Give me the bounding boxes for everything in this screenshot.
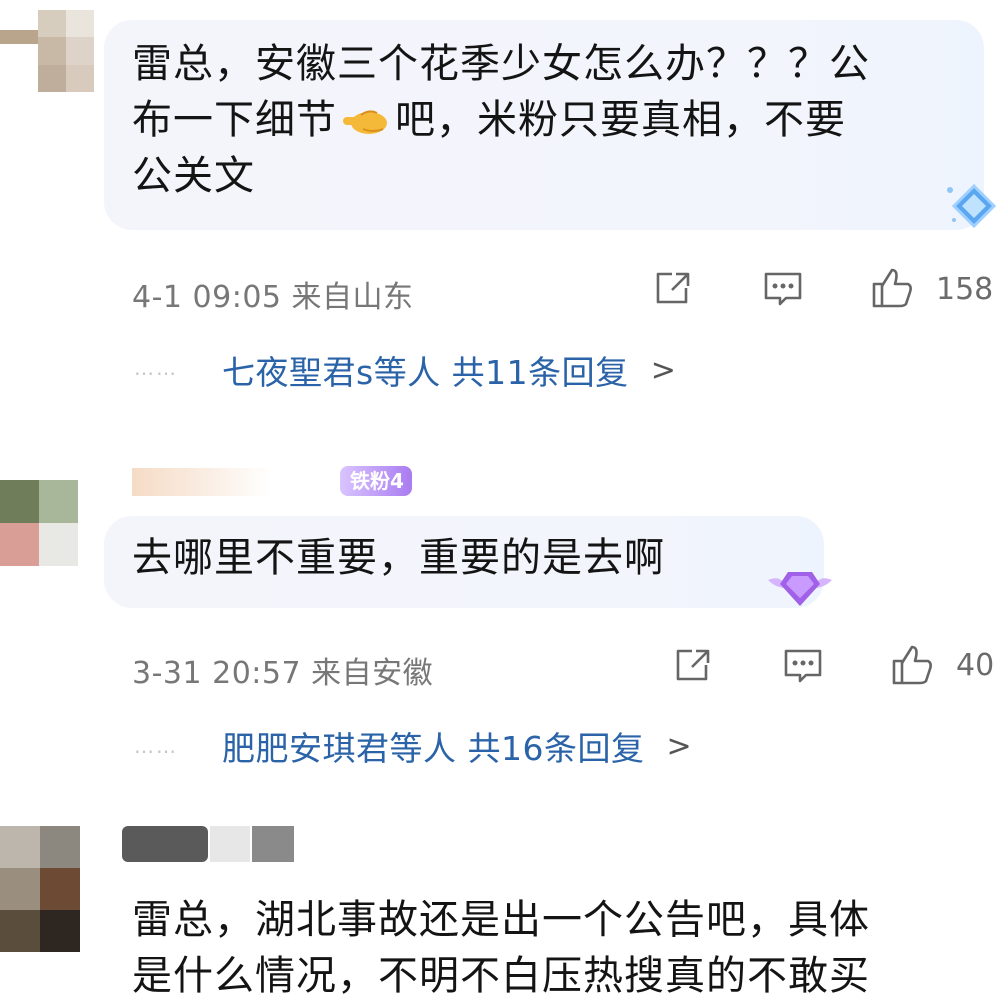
comment-text-line: 布一下细节 吧，米粉只要真相，不要 [132,97,846,143]
like-count: 158 [936,272,994,307]
comment-text-line: 公关文 [132,153,255,199]
avatar[interactable] [0,826,80,952]
view-replies-link[interactable]: 七夜聖君s等人 共11条回复 > [222,346,676,394]
reply-dots: …… [134,734,178,758]
thumbs-up-icon[interactable] [870,266,916,314]
share-icon[interactable] [672,645,714,689]
comment-text-line: 是什么情况，不明不白压热搜真的不敢买 [132,953,870,999]
comment-text: 雷总，湖北事故还是出一个公告吧，具体 是什么情况，不明不白压热搜真的不敢买 [132,892,870,1004]
replies-text: 七夜聖君s等人 共11条回复 [222,353,629,392]
comment-meta: 3-31 20:57 来自安徽 [132,656,434,691]
fan-badge: 铁粉4 [340,466,412,496]
avatar[interactable] [0,480,78,566]
username-blurred [210,826,250,862]
purple-gem-badge-icon [764,558,836,616]
comment-text-line: 雷总，安徽三个花季少女怎么办？？？公 [132,41,870,87]
avatar-fragment [0,30,38,44]
thumbs-up-icon[interactable] [890,643,936,691]
diamond-badge-icon [944,180,998,234]
comment-icon[interactable] [782,645,824,691]
avatar[interactable] [38,10,94,92]
username-blurred[interactable] [132,468,272,496]
comment-icon[interactable] [762,268,804,314]
username-blurred [252,826,294,862]
comment-text-line: 雷总，湖北事故还是出一个公告吧，具体 [132,897,870,943]
comment-text: 去哪里不重要，重要的是去啊 [132,535,665,581]
reply-dots: …… [134,356,178,380]
pointing-hand-emoji [339,100,393,140]
chevron-right-icon: > [650,352,677,388]
chevron-right-icon: > [666,728,693,764]
comment-meta: 4-1 09:05 来自山东 [132,280,414,315]
replies-text: 肥肥安琪君等人 共16条回复 [222,729,645,768]
comment-text: 雷总，安徽三个花季少女怎么办？？？公 布一下细节 吧，米粉只要真相，不要 公关文 [132,36,870,204]
like-count: 40 [956,648,995,683]
view-replies-link[interactable]: 肥肥安琪君等人 共16条回复 > [222,722,692,770]
username-blurred[interactable] [122,826,208,862]
share-icon[interactable] [652,268,694,312]
